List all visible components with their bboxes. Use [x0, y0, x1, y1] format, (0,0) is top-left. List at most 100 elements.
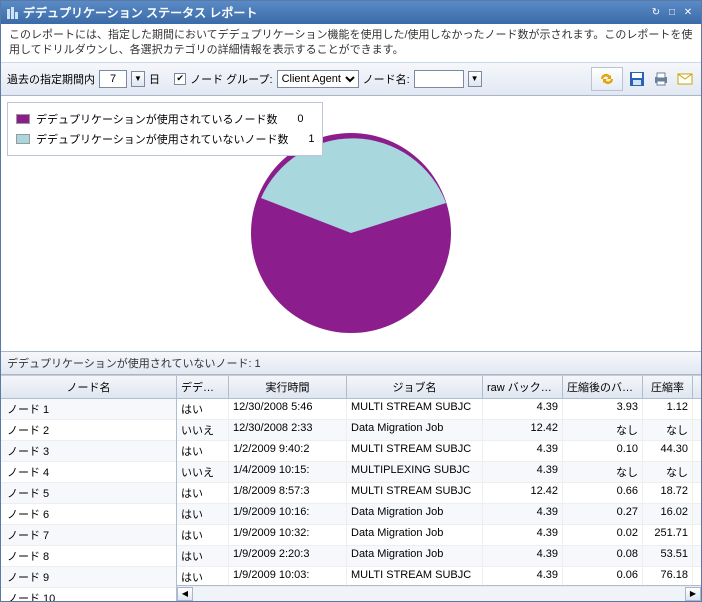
table-cell: なし: [563, 420, 643, 440]
maximize-icon[interactable]: □: [665, 6, 679, 20]
legend-value-used: 0: [293, 113, 303, 125]
table-cell: なし: [643, 420, 693, 440]
toolbar: 過去の指定期間内 ▼ 日 ✔ ノード グループ: Client Agent ノー…: [1, 62, 701, 96]
table-cell: 1/9/2009 2:20:3: [229, 546, 347, 566]
table-cell: 4.39: [483, 567, 563, 585]
period-unit-label: 日: [149, 71, 160, 87]
table-cell: はい: [177, 546, 229, 566]
table-row[interactable]: はい1/9/2009 10:03:MULTI STREAM SUBJC4.390…: [177, 567, 701, 585]
table-cell: 1/9/2009 10:03:: [229, 567, 347, 585]
table-cell: 0.06: [563, 567, 643, 585]
table-cell: 12/30/2008 5:46: [229, 399, 347, 419]
table-cell: 0.02: [563, 525, 643, 545]
table-cell: 4.39: [483, 462, 563, 482]
node-list-item[interactable]: ノード 2: [1, 420, 176, 441]
table-row[interactable]: いいえ1/4/2009 10:15:MULTIPLEXING SUBJC4.39…: [177, 462, 701, 483]
node-name-label: ノード名:: [363, 71, 410, 87]
table-cell: 4.39: [483, 525, 563, 545]
table-cell: 4.39: [483, 546, 563, 566]
refresh-button[interactable]: [591, 67, 623, 91]
node-list-item[interactable]: ノード 6: [1, 504, 176, 525]
node-list-item[interactable]: ノード 10: [1, 588, 176, 601]
grid-column-header[interactable]: raw バックアップ: [483, 376, 563, 398]
report-window: デデュプリケーション ステータス レポート ↻ □ ✕ このレポートには、指定し…: [0, 0, 702, 602]
table-cell: 16.02: [643, 504, 693, 524]
node-name-dropdown-icon[interactable]: ▼: [468, 71, 482, 87]
table-row[interactable]: はい1/9/2009 2:20:3Data Migration Job4.390…: [177, 546, 701, 567]
refresh-window-icon[interactable]: ↻: [649, 6, 663, 20]
window-title: デデュプリケーション ステータス レポート: [23, 4, 649, 21]
table-cell: なし: [643, 462, 693, 482]
table-cell: 12.42: [483, 483, 563, 503]
group-select[interactable]: Client Agent: [277, 70, 359, 88]
table-cell: 1/2/2009 9:40:2: [229, 441, 347, 461]
table-cell: 251.71: [643, 525, 693, 545]
legend-label-used: デデュプリケーションが使用されているノード数: [36, 111, 277, 127]
period-value-dropdown-icon[interactable]: ▼: [131, 71, 145, 87]
legend-swatch-unused: [16, 134, 30, 144]
legend-swatch-used: [16, 114, 30, 124]
grid-column-header[interactable]: 実行時間: [229, 376, 347, 398]
node-list-item[interactable]: ノード 1: [1, 399, 176, 420]
table-cell: 53.51: [643, 546, 693, 566]
grid-column-header[interactable]: 圧縮後のバックアッ: [563, 376, 643, 398]
grid-column-header[interactable]: ジョブ名: [347, 376, 483, 398]
table-cell: なし: [563, 462, 643, 482]
table-cell: 0.10: [563, 441, 643, 461]
group-checkbox[interactable]: ✔: [174, 73, 186, 85]
table-cell: 12.42: [483, 420, 563, 440]
table-cell: いいえ: [177, 420, 229, 440]
table-row[interactable]: はい1/2/2009 9:40:2MULTI STREAM SUBJC4.390…: [177, 441, 701, 462]
legend-value-unused: 1: [304, 133, 314, 145]
table-cell: Data Migration Job: [347, 504, 483, 524]
node-list-item[interactable]: ノード 8: [1, 546, 176, 567]
table-cell: MULTI STREAM SUBJC: [347, 399, 483, 419]
chart-area: デデュプリケーションが使用されているノード数 0 デデュプリケーションが使用され…: [1, 96, 701, 351]
table-cell: 12/30/2008 2:33: [229, 420, 347, 440]
table-cell: 0.66: [563, 483, 643, 503]
email-icon[interactable]: [675, 69, 695, 89]
table-cell: 1.12: [643, 399, 693, 419]
save-icon[interactable]: [627, 69, 647, 89]
table-cell: MULTI STREAM SUBJC: [347, 483, 483, 503]
table-cell: はい: [177, 567, 229, 585]
table-cell: 1/4/2009 10:15:: [229, 462, 347, 482]
table-cell: 4.39: [483, 399, 563, 419]
table-cell: MULTI STREAM SUBJC: [347, 567, 483, 585]
node-list-item[interactable]: ノード 3: [1, 441, 176, 462]
table-cell: はい: [177, 504, 229, 524]
print-icon[interactable]: [651, 69, 671, 89]
close-icon[interactable]: ✕: [681, 6, 695, 20]
table-cell: Data Migration Job: [347, 420, 483, 440]
table-cell: いいえ: [177, 462, 229, 482]
period-value-input[interactable]: [99, 70, 127, 88]
grid-column-header[interactable]: デデュプリケ: [177, 376, 229, 398]
grid-column-header[interactable]: 圧縮率: [643, 376, 693, 398]
scroll-right-icon[interactable]: ▶: [685, 587, 701, 601]
detail-title: デデュプリケーションが使用されていないノード: 1: [1, 351, 701, 375]
table-cell: 18.72: [643, 483, 693, 503]
table-row[interactable]: はい1/9/2009 10:16:Data Migration Job4.390…: [177, 504, 701, 525]
node-name-input[interactable]: [414, 70, 464, 88]
group-label: ノード グループ:: [190, 71, 272, 87]
legend-label-unused: デデュプリケーションが使用されていないノード数: [36, 131, 288, 147]
table-row[interactable]: はい1/9/2009 10:32:Data Migration Job4.390…: [177, 525, 701, 546]
node-list-item[interactable]: ノード 5: [1, 483, 176, 504]
table-cell: 1/9/2009 10:32:: [229, 525, 347, 545]
table-cell: はい: [177, 483, 229, 503]
node-list-item[interactable]: ノード 9: [1, 567, 176, 588]
node-list-item[interactable]: ノード 4: [1, 462, 176, 483]
table-cell: 4.39: [483, 441, 563, 461]
table-cell: 1/8/2009 8:57:3: [229, 483, 347, 503]
table-row[interactable]: いいえ12/30/2008 2:33Data Migration Job12.4…: [177, 420, 701, 441]
table-row[interactable]: はい1/8/2009 8:57:3MULTI STREAM SUBJC12.42…: [177, 483, 701, 504]
node-list: ノード名 ノード 1ノード 2ノード 3ノード 4ノード 5ノード 6ノード 7…: [1, 376, 177, 601]
table-row[interactable]: はい12/30/2008 5:46MULTI STREAM SUBJC4.393…: [177, 399, 701, 420]
node-list-header: ノード名: [1, 376, 176, 399]
scroll-left-icon[interactable]: ◀: [177, 587, 193, 601]
table-cell: 3.93: [563, 399, 643, 419]
detail-grid: デデュプリケ実行時間ジョブ名raw バックアップ圧縮後のバックアッ圧縮率 はい1…: [177, 376, 701, 601]
horizontal-scrollbar[interactable]: ◀ ▶: [177, 585, 701, 601]
chart-legend: デデュプリケーションが使用されているノード数 0 デデュプリケーションが使用され…: [7, 102, 323, 156]
node-list-item[interactable]: ノード 7: [1, 525, 176, 546]
